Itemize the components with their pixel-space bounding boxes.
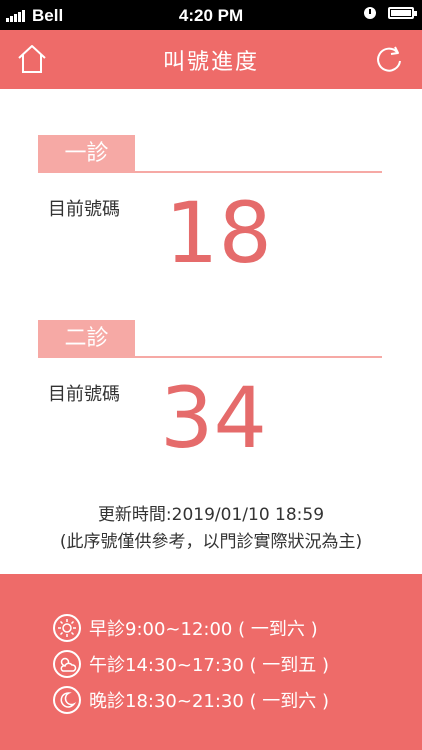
clinic-2-current-label: 目前號碼 <box>48 384 120 405</box>
clinic-hours-panel: 早診9:00~12:00 ( 一到六 ) 午診14:30~17:30 ( 一到五… <box>0 574 422 750</box>
hours-afternoon-text: 午診14:30~17:30 ( 一到五 ) <box>89 655 330 676</box>
update-note: (此序號僅供參考，以門診實際狀況為主) <box>59 532 363 552</box>
clinic-2-divider <box>135 356 382 358</box>
battery-icon <box>388 7 417 19</box>
clinic-1-tab: 一診 <box>38 135 135 173</box>
partly-cloudy-icon <box>53 650 81 678</box>
clinic-2-current-number: 34 <box>160 369 267 467</box>
hours-row-evening: 晚診18:30~21:30 ( 一到六 ) <box>53 686 329 714</box>
hours-row-morning: 早診9:00~12:00 ( 一到六 ) <box>53 614 318 642</box>
hours-morning-text: 早診9:00~12:00 ( 一到六 ) <box>89 619 318 640</box>
clinic-1-current-number: 18 <box>165 184 272 282</box>
clinic-1-current-label: 目前號碼 <box>48 199 120 220</box>
hours-evening-text: 晚診18:30~21:30 ( 一到六 ) <box>89 691 330 712</box>
status-indicators <box>364 7 417 19</box>
page-title: 叫號進度 <box>162 50 259 75</box>
alarm-icon <box>364 7 376 19</box>
clinic-1-divider <box>135 171 382 173</box>
moon-icon <box>53 686 81 714</box>
status-time: 4:20 PM <box>178 6 244 25</box>
clinic-2-tab: 二診 <box>38 320 135 358</box>
refresh-icon[interactable] <box>374 44 404 74</box>
update-time: 更新時間:2019/01/10 18:59 <box>97 505 325 525</box>
header: 叫號進度 <box>0 30 422 89</box>
sun-icon <box>53 614 81 642</box>
hours-row-afternoon: 午診14:30~17:30 ( 一到五 ) <box>53 650 329 678</box>
status-bar: Bell 4:20 PM <box>0 0 422 30</box>
